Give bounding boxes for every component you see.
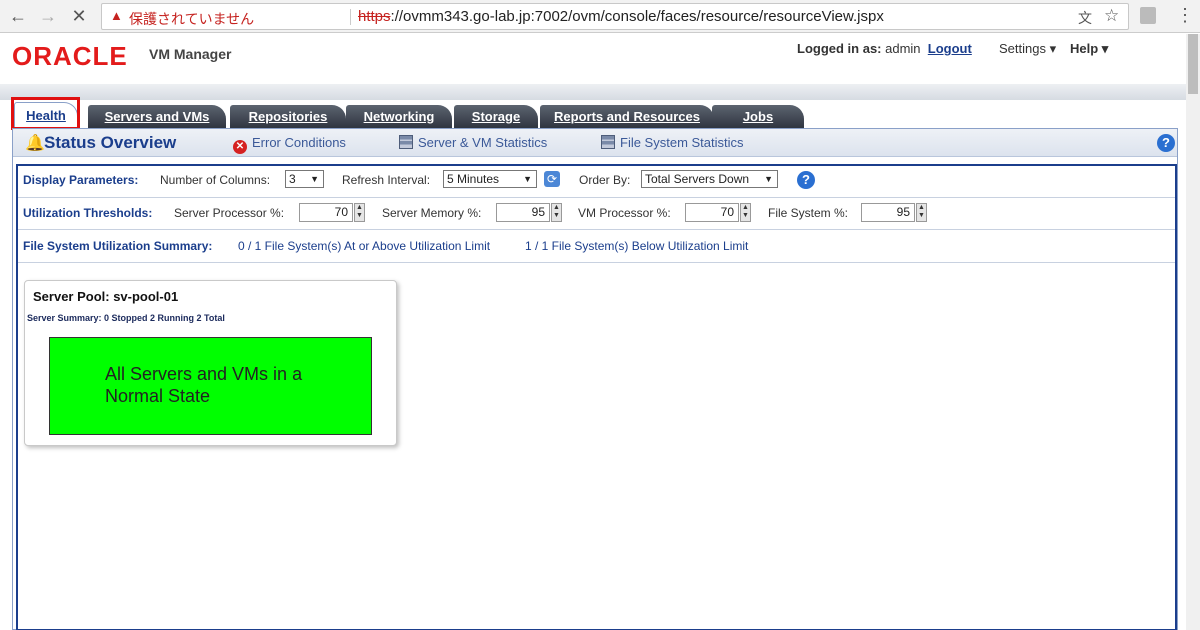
tab-repositories[interactable]: Repositories [230, 105, 346, 128]
help-icon[interactable]: ? [1157, 134, 1175, 152]
file-system-spinner[interactable]: ▲ ▼ [916, 203, 927, 222]
pool-status-message: All Servers and VMs in a Normal State [105, 364, 303, 406]
server-processor-input[interactable]: 70 [299, 203, 353, 222]
order-by-select[interactable]: Total Servers Down ▼ [641, 170, 778, 188]
server-icon [399, 135, 413, 149]
error-icon: ✕ [233, 140, 247, 154]
app-header: ORACLE VM Manager Logged in as: admin Lo… [0, 34, 1200, 84]
browser-menu-icon[interactable]: ⋮ [1176, 4, 1194, 26]
vm-processor-spinner[interactable]: ▲ ▼ [740, 203, 751, 222]
file-system-statistics-link[interactable]: File System Statistics [601, 135, 744, 150]
logout-link[interactable]: Logout [928, 41, 972, 56]
tab-jobs[interactable]: Jobs [712, 105, 804, 128]
logged-in-label: Logged in as: [797, 41, 882, 56]
back-icon[interactable]: ← [6, 4, 30, 28]
browser-toolbar: ← → ✕ ▲ 保護されていません https://ovmm343.go-lab… [0, 0, 1200, 33]
vm-processor-label: VM Processor %: [578, 206, 671, 220]
server-summary: Server Summary: 0 Stopped 2 Running 2 To… [27, 313, 225, 323]
scrollbar-thumb[interactable] [1188, 34, 1198, 94]
error-conditions-link[interactable]: ✕ Error Conditions [233, 135, 346, 154]
login-info: Logged in as: admin Logout [797, 41, 972, 56]
stop-icon[interactable]: ✕ [67, 4, 91, 28]
server-vm-statistics-link[interactable]: Server & VM Statistics [399, 135, 547, 150]
oracle-logo: ORACLE [12, 41, 128, 71]
health-tab-highlight [11, 97, 80, 130]
columns-select[interactable]: 3 ▼ [285, 170, 324, 188]
help-menu[interactable]: Help ▾ [1070, 41, 1108, 57]
bell-icon: 🔔 [25, 135, 45, 152]
insecure-label: 保護されていません [129, 11, 255, 27]
fs-below-limit-link[interactable]: 1 / 1 File System(s) Below Utilization L… [525, 239, 748, 253]
status-bar: 🔔 Status Overview ✕ Error Conditions Serv… [13, 129, 1177, 157]
server-memory-spinner[interactable]: ▲ ▼ [551, 203, 562, 222]
server-memory-input[interactable]: 95 [496, 203, 550, 222]
utilization-thresholds-label: Utilization Thresholds: [23, 206, 153, 220]
columns-label: Number of Columns: [160, 173, 271, 187]
bookmark-star-icon[interactable]: ☆ [1104, 6, 1119, 26]
refresh-icon[interactable]: ⟳ [544, 171, 560, 187]
server-processor-label: Server Processor %: [174, 206, 285, 220]
status-overview-title[interactable]: Status Overview [44, 133, 176, 153]
product-name: VM Manager [149, 46, 232, 62]
display-parameters-label: Display Parameters: [23, 173, 139, 187]
main-tabs: Health Servers and VMs Repositories Netw… [12, 100, 1200, 128]
server-processor-spinner[interactable]: ▲ ▼ [354, 203, 365, 222]
health-panel: 🔔 Status Overview ✕ Error Conditions Serv… [12, 128, 1178, 630]
utilization-thresholds-row: Utilization Thresholds: Server Processor… [18, 198, 1175, 230]
settings-menu[interactable]: Settings ▾ [999, 41, 1056, 57]
refresh-interval-select[interactable]: 5 Minutes ▼ [443, 170, 537, 188]
fs-above-limit-link[interactable]: 0 / 1 File System(s) At or Above Utiliza… [238, 239, 490, 253]
server-icon [601, 135, 615, 149]
extension-icon[interactable] [1140, 7, 1156, 24]
url-text: https://ovmm343.go-lab.jp:7002/ovm/conso… [358, 8, 884, 25]
warning-icon: ▲ [110, 8, 123, 23]
file-system-label: File System %: [768, 206, 849, 220]
pool-status-box[interactable]: All Servers and VMs in a Normal State [49, 337, 372, 435]
tab-storage[interactable]: Storage [454, 105, 538, 128]
file-system-summary-label: File System Utilization Summary: [23, 239, 213, 253]
forward-icon[interactable]: → [36, 4, 60, 28]
user-name: admin [885, 41, 921, 56]
translate-icon[interactable]: 文 [1078, 8, 1092, 28]
vm-processor-input[interactable]: 70 [685, 203, 739, 222]
server-memory-label: Server Memory %: [382, 206, 482, 220]
file-system-summary-row: File System Utilization Summary: 0 / 1 F… [18, 230, 1175, 263]
display-help-icon[interactable]: ? [797, 171, 815, 189]
display-parameters-row: Display Parameters: Number of Columns: 3… [18, 166, 1175, 198]
order-by-label: Order By: [579, 173, 631, 187]
file-system-input[interactable]: 95 [861, 203, 915, 222]
refresh-interval-label: Refresh Interval: [342, 173, 431, 187]
server-pool-card[interactable]: Server Pool: sv-pool-01 Server Summary: … [24, 280, 397, 446]
page-scrollbar[interactable] [1186, 34, 1200, 630]
tab-servers-and-vms[interactable]: Servers and VMs [88, 105, 226, 128]
address-bar[interactable]: ▲ 保護されていません https://ovmm343.go-lab.jp:70… [101, 3, 1129, 30]
server-pool-title: Server Pool: sv-pool-01 [33, 289, 179, 304]
tab-networking[interactable]: Networking [346, 105, 452, 128]
url-separator [350, 9, 351, 25]
tab-reports-and-resources[interactable]: Reports and Resources [540, 105, 714, 128]
